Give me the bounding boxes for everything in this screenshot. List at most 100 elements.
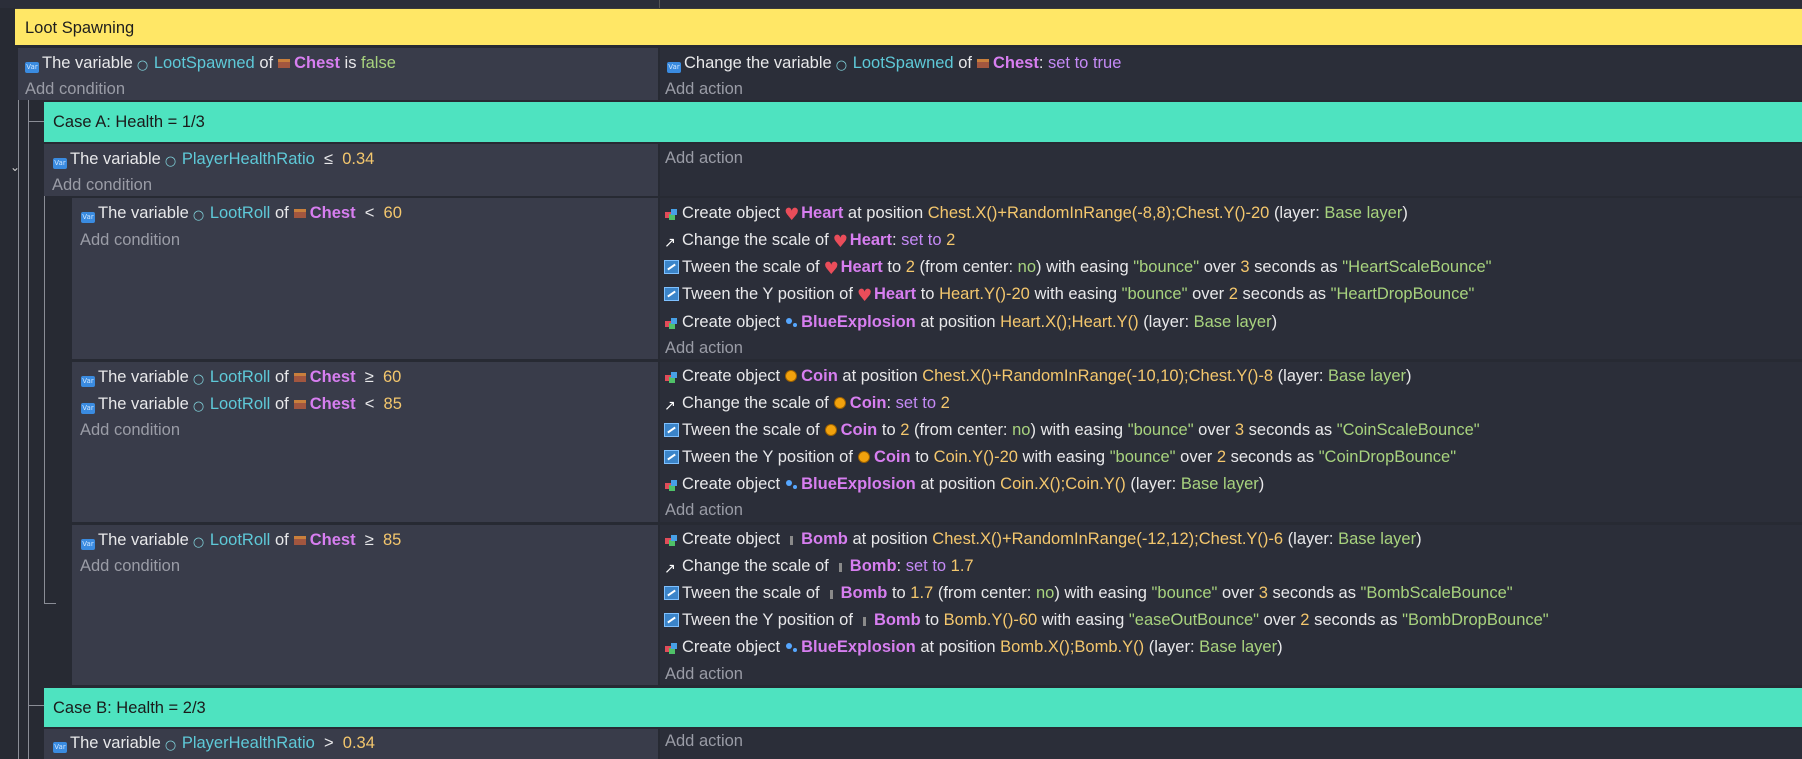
bomb-icon: [784, 533, 798, 546]
lootroll-condition-bomb[interactable]: VarThe variableLootRoll ofChest ≥ 85: [81, 528, 401, 555]
chevron-down-icon[interactable]: ⌄: [10, 160, 20, 174]
create-object-icon: [664, 370, 680, 383]
scene-variable-icon: [193, 395, 207, 419]
case-b-action-panel[interactable]: [660, 729, 1802, 759]
chest-icon: [293, 371, 307, 384]
root-condition[interactable]: VarThe variableLootSpawned ofChest is fa…: [25, 51, 396, 78]
tween-icon: [664, 613, 679, 627]
variable-icon: Var: [81, 212, 95, 223]
scene-variable-icon: [193, 531, 207, 555]
add-action-link[interactable]: Add action: [665, 662, 743, 686]
tween-y-heart-action[interactable]: Tween the Y position ofHeart to Heart.Y(…: [664, 282, 1474, 308]
coin-icon: [857, 451, 871, 464]
tween-icon: [664, 450, 679, 464]
scene-variable-icon: [193, 204, 207, 228]
create-object-icon: [664, 478, 680, 491]
chest-icon: [277, 57, 291, 70]
case-b-comment[interactable]: Case B: Health = 2/3: [44, 688, 1802, 727]
heart-icon: [824, 257, 839, 281]
tween-y-bomb-action[interactable]: Tween the Y position of Bomb to Bomb.Y()-…: [664, 608, 1549, 632]
variable-icon: Var: [81, 376, 95, 387]
group-header[interactable]: Loot Spawning: [15, 8, 1802, 45]
case-a-comment[interactable]: Case A: Health = 1/3: [44, 102, 1802, 142]
tree-line: [28, 121, 44, 122]
scale-icon: [664, 557, 680, 581]
heart-icon: [833, 230, 848, 254]
create-blueexplosion-action[interactable]: Create object BlueExplosion at position H…: [664, 310, 1277, 334]
tree-line: [28, 705, 44, 706]
create-bomb-action[interactable]: Create object Bomb at position Chest.X()+…: [664, 527, 1422, 551]
variable-icon: Var: [53, 158, 67, 169]
bomb-icon: [824, 587, 838, 600]
add-action-link[interactable]: Add action: [665, 146, 743, 170]
scale-bomb-action[interactable]: Change the scale ofBomb: set to 1.7: [664, 554, 974, 581]
bomb-icon: [833, 560, 847, 573]
scene-variable-icon: [193, 368, 207, 392]
heart-icon: [857, 284, 872, 308]
blue-explosion-icon: [784, 641, 798, 654]
chest-icon: [293, 207, 307, 220]
add-action-link[interactable]: Add action: [665, 729, 743, 753]
top-divider: [659, 0, 660, 8]
add-condition-link[interactable]: Add condition: [80, 554, 180, 578]
lootroll-condition-coin-max[interactable]: VarThe variableLootRoll ofChest < 85: [81, 392, 402, 419]
variable-icon: Var: [81, 403, 95, 414]
scene-variable-icon: [165, 150, 179, 174]
add-condition-link[interactable]: Add condition: [80, 418, 180, 442]
add-action-link[interactable]: Add action: [665, 336, 743, 360]
variable-icon: Var: [53, 742, 67, 753]
variable-icon: Var: [667, 62, 681, 73]
lootroll-condition-heart[interactable]: VarThe variableLootRoll ofChest < 60: [81, 201, 402, 228]
scene-variable-icon: [165, 734, 179, 758]
create-coin-action[interactable]: Create object Coin at position Chest.X()+…: [664, 364, 1412, 388]
scene-variable-icon: [836, 54, 850, 78]
create-object-icon: [664, 641, 680, 654]
scale-coin-action[interactable]: Change the scale ofCoin: set to 2: [664, 391, 950, 418]
root-action[interactable]: VarChange the variableLootSpawned ofChes…: [667, 51, 1121, 78]
tween-icon: [664, 423, 679, 437]
tree-line: [44, 196, 45, 604]
coin-icon: [784, 370, 798, 383]
case-a-action-panel[interactable]: [660, 144, 1802, 196]
tree-line: [18, 100, 19, 759]
blue-explosion-icon: [784, 478, 798, 491]
bomb-icon: [857, 614, 871, 627]
chest-icon: [293, 398, 307, 411]
tree-line: [28, 100, 29, 759]
variable-icon: Var: [25, 62, 39, 73]
tween-icon: [664, 586, 679, 600]
tween-scale-heart-action[interactable]: Tween the scale ofHeart to 2 (from cente…: [664, 255, 1492, 281]
chest-icon: [976, 57, 990, 70]
tween-y-coin-action[interactable]: Tween the Y position of Coin to Coin.Y()-…: [664, 445, 1456, 469]
scale-icon: [664, 231, 680, 255]
add-condition-link[interactable]: Add condition: [80, 228, 180, 252]
lootroll-condition-coin-min[interactable]: VarThe variableLootRoll ofChest ≥ 60: [81, 365, 401, 392]
create-heart-action[interactable]: Create objectHeart at position Chest.X()…: [664, 201, 1408, 227]
chest-icon: [293, 534, 307, 547]
create-blueexplosion-action[interactable]: Create object BlueExplosion at position B…: [664, 635, 1283, 659]
tween-icon: [664, 287, 679, 301]
case-a-title: Case A: Health = 1/3: [53, 113, 205, 131]
create-blueexplosion-action[interactable]: Create object BlueExplosion at position C…: [664, 472, 1264, 496]
add-condition-link[interactable]: Add condition: [25, 77, 125, 101]
tween-scale-bomb-action[interactable]: Tween the scale of Bomb to 1.7 (from cent…: [664, 581, 1513, 605]
case-b-title: Case B: Health = 2/3: [53, 699, 206, 717]
tree-line: [44, 603, 56, 604]
create-object-icon: [664, 533, 680, 546]
scene-variable-icon: [137, 54, 151, 78]
coin-icon: [833, 397, 847, 410]
tween-icon: [664, 260, 679, 274]
tween-scale-coin-action[interactable]: Tween the scale of Coin to 2 (from center…: [664, 418, 1480, 442]
scale-heart-action[interactable]: Change the scale ofHeart: set to 2: [664, 228, 955, 255]
case-a-condition[interactable]: VarThe variablePlayerHealthRatio ≤ 0.34: [53, 147, 374, 174]
add-action-link[interactable]: Add action: [665, 77, 743, 101]
add-condition-link[interactable]: Add condition: [52, 173, 152, 197]
heart-icon: [784, 203, 799, 227]
group-title: Loot Spawning: [25, 19, 135, 37]
top-strip: [0, 0, 1802, 8]
variable-icon: Var: [81, 539, 95, 550]
blue-explosion-icon: [784, 316, 798, 329]
case-b-condition[interactable]: VarThe variablePlayerHealthRatio > 0.34: [53, 731, 375, 758]
scale-icon: [664, 394, 680, 418]
add-action-link[interactable]: Add action: [665, 498, 743, 522]
